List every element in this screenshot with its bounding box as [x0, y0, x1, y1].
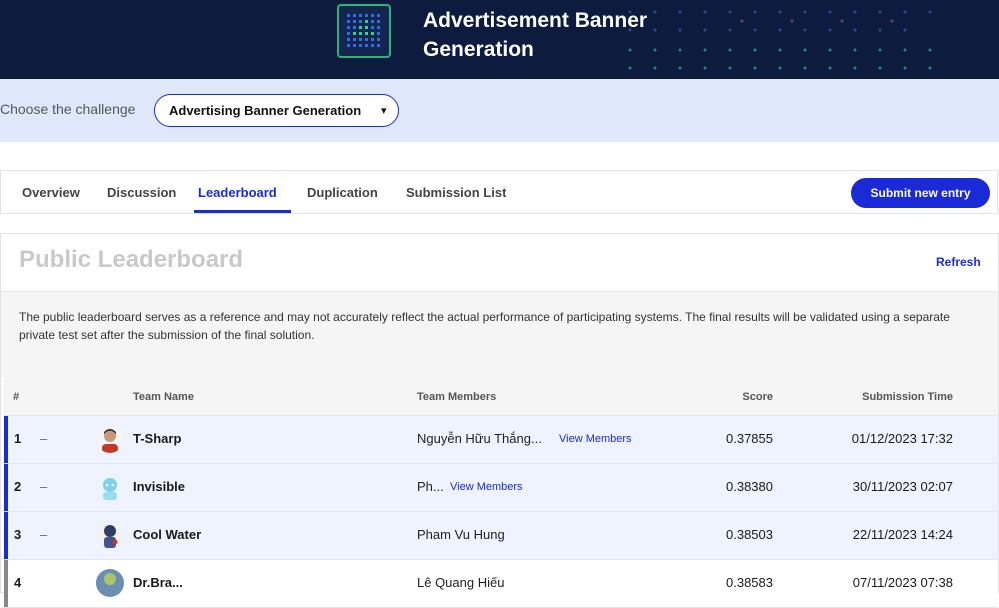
challenge-tabs: Overview Discussion Leaderboard Duplicat… — [0, 170, 998, 214]
row-highlight-bar — [4, 560, 8, 607]
view-members-link[interactable]: View Members — [559, 433, 632, 445]
challenge-selector-bar: Choose the challenge Advertising Banner … — [0, 79, 999, 142]
team-name: Dr.Bra... — [133, 575, 183, 590]
team-members: Ph... — [417, 479, 444, 494]
table-row[interactable]: 1 – T-Sharp Nguyễn Hữu Thắng... View Mem… — [4, 416, 998, 464]
row-rank: 1 — [14, 431, 22, 446]
submission-time: 30/11/2023 02:07 — [852, 479, 953, 494]
submission-time: 22/11/2023 14:24 — [852, 527, 953, 542]
row-rank: 2 — [14, 479, 22, 494]
leaderboard-notice: The public leaderboard serves as a refer… — [1, 292, 998, 378]
team-name: T-Sharp — [133, 431, 182, 446]
banner-title: Advertisement Banner Generation — [423, 6, 723, 64]
col-team-name[interactable]: Team Name — [133, 391, 194, 403]
tab-submission-list[interactable]: Submission List — [406, 185, 506, 200]
submit-new-entry-button[interactable]: Submit new entry — [851, 178, 990, 208]
leaderboard-notice-text: The public leaderboard serves as a refer… — [19, 310, 950, 342]
team-score: 0.38380 — [726, 479, 773, 494]
col-score[interactable]: Score — [742, 391, 773, 403]
tab-overview[interactable]: Overview — [22, 185, 80, 200]
view-members-link[interactable]: View Members — [450, 481, 523, 493]
submission-time: 01/12/2023 17:32 — [851, 431, 953, 446]
leaderboard-title: Public Leaderboard — [19, 246, 244, 273]
row-rank: 3 — [14, 527, 22, 542]
col-submission-time[interactable]: Submission Time — [862, 391, 953, 403]
row-rank: 4 — [14, 575, 22, 590]
challenge-banner: Advertisement Banner Generation — [0, 0, 999, 79]
team-score: 0.38583 — [726, 575, 773, 590]
rank-change: – — [40, 527, 48, 542]
banner-title-line1: Advertisement Banner — [423, 9, 648, 32]
leaderboard-header: Public Leaderboard Refresh — [1, 234, 998, 292]
table-row[interactable]: 3 – Cool Water Pham Vu Hung 0.38503 22/1… — [4, 512, 998, 560]
row-highlight-bar — [4, 512, 8, 559]
col-team-members: Team Members — [417, 391, 497, 403]
team-members: Nguyễn Hữu Thắng... — [417, 431, 542, 446]
challenge-dropdown-value: Advertising Banner Generation — [169, 103, 362, 118]
rank-change: – — [40, 479, 48, 494]
challenge-logo-icon — [337, 4, 391, 58]
team-name: Invisible — [133, 479, 186, 494]
team-avatar — [96, 425, 124, 453]
tab-duplication[interactable]: Duplication — [307, 185, 378, 200]
table-row[interactable]: 2 – Invisible Ph... View Members 0.38380… — [4, 464, 998, 512]
active-tab-indicator — [194, 210, 291, 213]
submission-time: 07/11/2023 07:38 — [852, 575, 953, 590]
table-row[interactable]: 4 Dr.Bra... Lê Quang Hiếu 0.38583 07/11/… — [4, 560, 998, 608]
challenge-dropdown[interactable]: Advertising Banner Generation ▾ — [154, 94, 399, 127]
chevron-down-icon: ▾ — [381, 105, 387, 117]
banner-title-line2: Generation — [423, 38, 534, 61]
leaderboard-panel: Public Leaderboard Refresh The public le… — [0, 233, 999, 608]
team-name: Cool Water — [133, 527, 202, 542]
table-header: # Team Name Team Members Score Submissio… — [4, 378, 998, 416]
refresh-link[interactable]: Refresh — [936, 255, 981, 269]
team-members: Pham Vu Hung — [417, 527, 505, 542]
tab-discussion[interactable]: Discussion — [107, 185, 176, 200]
rank-change: – — [40, 431, 48, 446]
team-score: 0.38503 — [726, 527, 773, 542]
team-members: Lê Quang Hiếu — [417, 575, 505, 590]
col-rank: # — [13, 391, 20, 403]
row-highlight-bar — [4, 416, 8, 463]
challenge-label: Choose the challenge — [0, 101, 136, 117]
tab-leaderboard[interactable]: Leaderboard — [198, 185, 277, 200]
team-avatar — [96, 473, 124, 501]
team-avatar — [96, 569, 124, 597]
row-highlight-bar — [4, 464, 8, 511]
team-avatar — [96, 521, 124, 549]
team-score: 0.37855 — [726, 431, 773, 446]
